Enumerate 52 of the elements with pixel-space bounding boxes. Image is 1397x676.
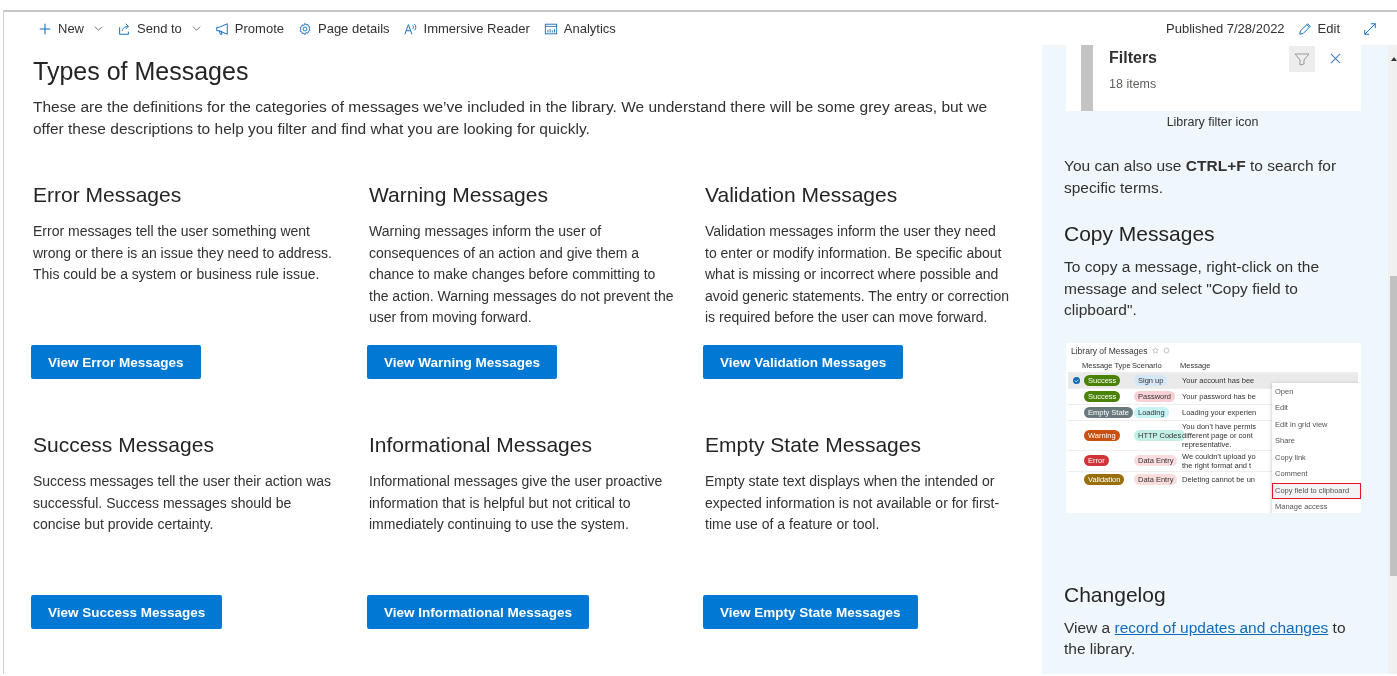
library-title: Library of Messages xyxy=(1071,345,1148,356)
close-icon xyxy=(1330,53,1341,64)
section-heading: Copy Messages xyxy=(1064,222,1216,246)
section-heading: Warning Messages xyxy=(369,183,549,207)
section-description: Empty state text displays when the intended or expected information is not available or for first-time use of a feature or tool. xyxy=(705,472,1001,534)
section-description: Validation messages inform the user they need to enter or modify information. Be specific about what is missing or incorrect where possible and avoid generic statements. The entry or correction is required before the user can move forward. xyxy=(705,222,1010,327)
section-heading: Changelog xyxy=(1064,582,1167,607)
copy-instructions: To copy a message, right-click on the message and select "Copy field to clipboard". xyxy=(1064,257,1320,320)
page-title: Types of Messages xyxy=(33,57,250,86)
view-messages-button[interactable]: View Warning Messages xyxy=(367,345,558,379)
section-heading: Error Messages xyxy=(33,183,183,207)
changelog-link[interactable]: record of updates and changes xyxy=(1114,618,1329,636)
edit-button[interactable]: Edit xyxy=(1290,13,1347,44)
item-count: 18 items xyxy=(1109,77,1158,91)
view-messages-button[interactable]: View Success Messages xyxy=(31,595,223,629)
view-messages-button[interactable]: View Error Messages xyxy=(31,345,201,379)
share-icon xyxy=(117,21,131,36)
scrollbar-thumb[interactable] xyxy=(1390,276,1397,576)
image-caption: Library filter icon xyxy=(1165,115,1260,129)
section-description: Success messages tell the user their action was successful. Success messages should be concise but provide certainty. xyxy=(33,472,333,534)
toolbar-button[interactable]: Send to xyxy=(110,13,208,44)
toolbar-button[interactable]: New xyxy=(31,13,110,44)
changelog-text: View a record of updates and changes to the library. xyxy=(1064,617,1347,659)
section-description: Informational messages give the user proactive information that is helpful but not critical to immediately continuing to use the system. xyxy=(369,472,664,534)
section-heading: Success Messages xyxy=(33,433,215,457)
intro-text: These are the definitions for the categories of messages we’ve included in the library. We understand there will be some grey areas, but we offer these descriptions to help you filter and find what you are looking for quickly. xyxy=(33,97,989,139)
megaphone-icon xyxy=(214,21,229,36)
section-heading: Validation Messages xyxy=(705,183,899,207)
plus-icon xyxy=(38,21,52,36)
view-messages-button[interactable]: View Empty State Messages xyxy=(703,595,918,629)
section-description: Error messages tell the user something went wrong or there is an issue they need to address. This could be a system or business rule issue. xyxy=(33,222,333,284)
chart-icon xyxy=(543,21,558,36)
toolbar-button[interactable]: Page details xyxy=(291,13,397,44)
view-messages-button[interactable]: View Validation Messages xyxy=(703,345,904,379)
section-heading: Informational Messages xyxy=(369,433,593,457)
expand-icon[interactable] xyxy=(1363,21,1377,36)
filter-title: Filters xyxy=(1109,49,1158,67)
toolbar-button[interactable]: Promote xyxy=(207,13,291,44)
filter-icon xyxy=(1289,46,1315,72)
section-description: Warning messages inform the user of consequences of an action and give them a chance to make changes before committing to the action. Warning messages do not prevent the user from moving forward. xyxy=(369,222,675,327)
check-icon xyxy=(1072,376,1080,384)
star-icon xyxy=(1151,347,1159,354)
section-heading: Empty State Messages xyxy=(705,433,922,457)
search-tip: You can also use CTRL+F to search for specific terms. xyxy=(1064,156,1338,198)
toolbar-button[interactable]: Immersive Reader xyxy=(396,13,537,44)
reader-icon xyxy=(403,21,418,36)
pencil-icon xyxy=(1297,21,1312,36)
panel-bar xyxy=(1081,45,1093,111)
toolbar-button[interactable]: Analytics xyxy=(536,13,623,44)
published-date: Published 7/28/2022 xyxy=(1166,21,1285,36)
scroll-up-icon[interactable] xyxy=(1390,55,1397,63)
view-messages-button[interactable]: View Informational Messages xyxy=(367,595,590,629)
